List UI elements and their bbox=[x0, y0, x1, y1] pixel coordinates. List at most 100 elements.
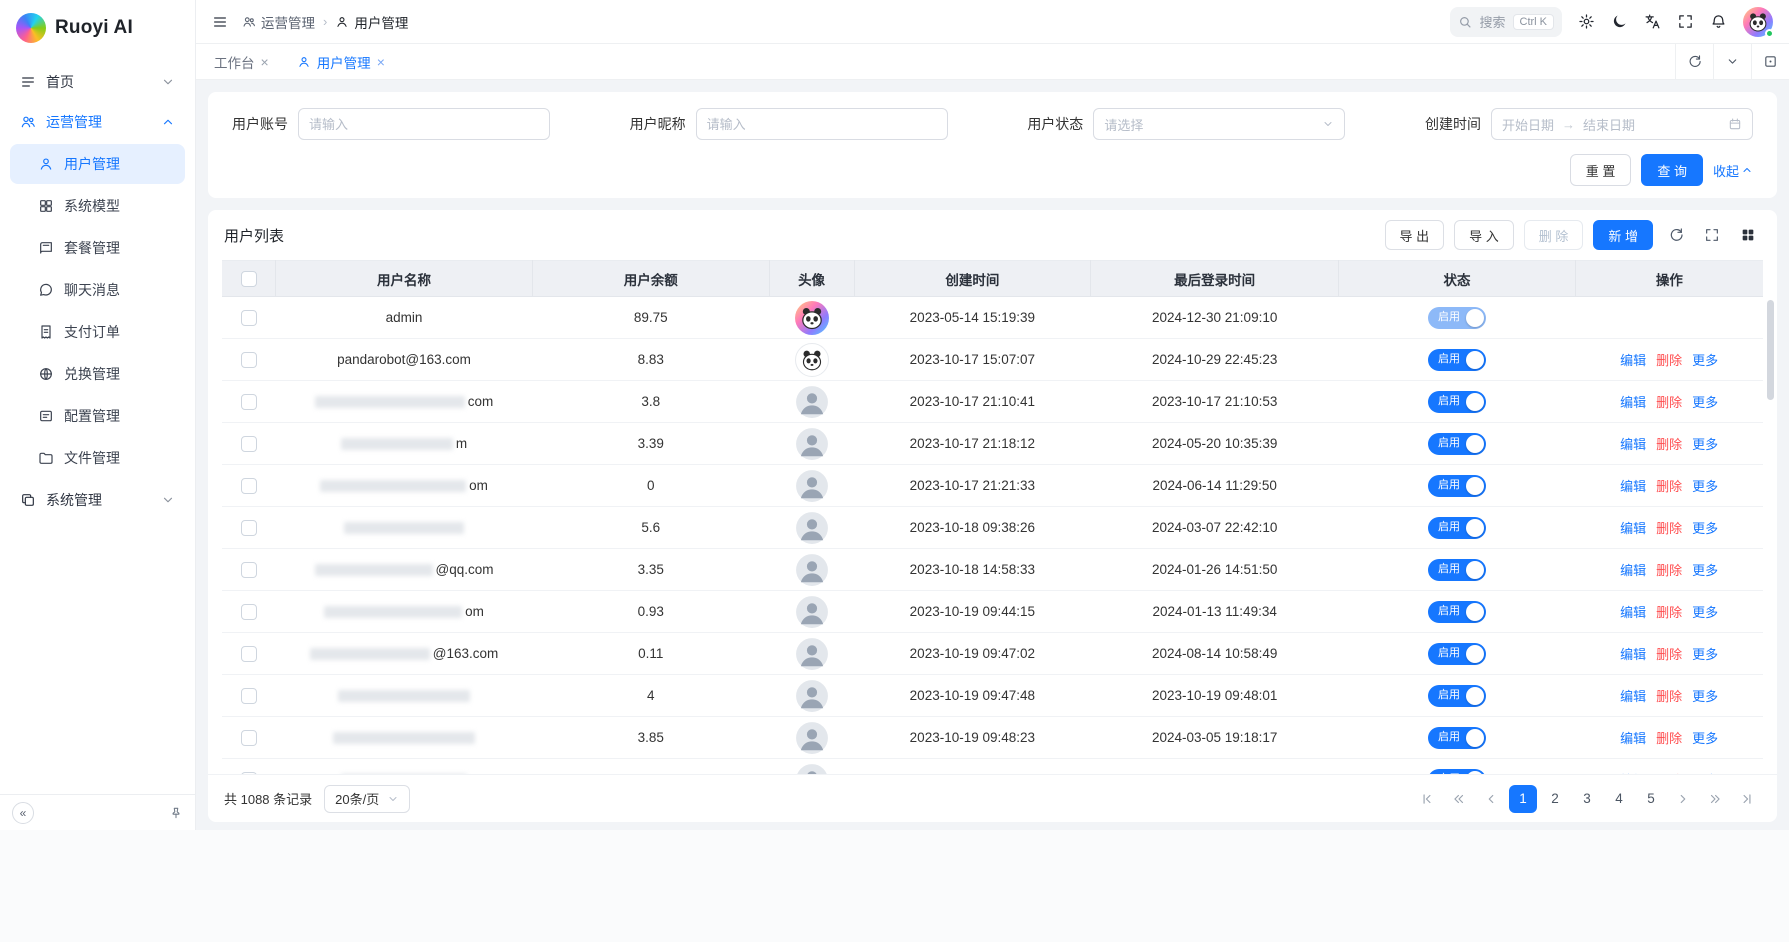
edit-link[interactable]: 编辑 bbox=[1620, 479, 1646, 494]
sidebar-subitem-3[interactable]: 套餐管理 bbox=[10, 228, 185, 268]
more-link[interactable]: 更多 bbox=[1692, 689, 1718, 704]
sidebar-subitem-2[interactable]: 系统模型 bbox=[10, 186, 185, 226]
status-switch[interactable]: 启用 bbox=[1428, 349, 1486, 371]
row-checkbox[interactable] bbox=[241, 394, 257, 410]
sidebar-subitem-5[interactable]: 支付订单 bbox=[10, 312, 185, 352]
sidebar-item-home[interactable]: 首页 bbox=[10, 62, 185, 102]
edit-link[interactable]: 编辑 bbox=[1620, 521, 1646, 536]
row-checkbox[interactable] bbox=[241, 478, 257, 494]
translate-icon[interactable] bbox=[1644, 13, 1661, 30]
sidebar-item-operations[interactable]: 运营管理 bbox=[10, 102, 185, 142]
last-page-button[interactable] bbox=[1733, 785, 1761, 813]
status-switch[interactable]: 启用 bbox=[1428, 685, 1486, 707]
delete-link[interactable]: 删除 bbox=[1656, 731, 1682, 746]
status-switch[interactable]: 启用 bbox=[1428, 559, 1486, 581]
table-scrollbar[interactable] bbox=[1767, 300, 1774, 400]
reset-button[interactable]: 重 置 bbox=[1570, 154, 1632, 186]
nickname-input[interactable] bbox=[696, 108, 948, 140]
date-range-picker[interactable]: 开始日期 → 结束日期 bbox=[1491, 108, 1753, 140]
row-checkbox[interactable] bbox=[241, 352, 257, 368]
close-icon[interactable]: × bbox=[261, 55, 269, 69]
tab-workbench[interactable]: 工作台 × bbox=[214, 52, 269, 72]
select-all-checkbox[interactable] bbox=[241, 271, 257, 287]
delete-link[interactable]: 删除 bbox=[1656, 437, 1682, 452]
status-switch[interactable]: 启用 bbox=[1428, 433, 1486, 455]
delete-link[interactable]: 删除 bbox=[1656, 353, 1682, 368]
sidebar-subitem-8[interactable]: 文件管理 bbox=[10, 438, 185, 478]
tab-user-management[interactable]: 用户管理 × bbox=[297, 52, 385, 72]
more-link[interactable]: 更多 bbox=[1692, 521, 1718, 536]
next-page-button[interactable] bbox=[1669, 785, 1697, 813]
more-link[interactable]: 更多 bbox=[1692, 773, 1718, 774]
more-link[interactable]: 更多 bbox=[1692, 395, 1718, 410]
edit-link[interactable]: 编辑 bbox=[1620, 395, 1646, 410]
user-avatar[interactable] bbox=[1743, 7, 1773, 37]
import-button[interactable]: 导 入 bbox=[1454, 220, 1514, 250]
fullscreen-icon[interactable] bbox=[1677, 13, 1694, 30]
row-checkbox[interactable] bbox=[241, 436, 257, 452]
first-page-button[interactable] bbox=[1413, 785, 1441, 813]
bell-icon[interactable] bbox=[1710, 13, 1727, 30]
page-5-button[interactable]: 5 bbox=[1637, 785, 1665, 813]
breadcrumb-user-management[interactable]: 用户管理 bbox=[335, 12, 408, 32]
status-switch[interactable]: 启用 bbox=[1428, 727, 1486, 749]
edit-link[interactable]: 编辑 bbox=[1620, 353, 1646, 368]
status-switch[interactable]: 启用 bbox=[1428, 307, 1486, 329]
edit-link[interactable]: 编辑 bbox=[1620, 605, 1646, 620]
row-checkbox[interactable] bbox=[241, 562, 257, 578]
sidebar-item-system[interactable]: 系统管理 bbox=[10, 480, 185, 520]
sidebar-collapse-button[interactable]: « bbox=[12, 802, 34, 824]
status-switch[interactable]: 启用 bbox=[1428, 391, 1486, 413]
delete-link[interactable]: 删除 bbox=[1656, 605, 1682, 620]
column-settings-grid-icon[interactable] bbox=[1735, 222, 1761, 248]
delete-link[interactable]: 删除 bbox=[1656, 689, 1682, 704]
collapse-filter-link[interactable]: 收起 bbox=[1713, 161, 1753, 180]
more-link[interactable]: 更多 bbox=[1692, 647, 1718, 662]
moon-icon[interactable] bbox=[1611, 13, 1628, 30]
refresh-icon[interactable] bbox=[1663, 222, 1689, 248]
sidebar-subitem-7[interactable]: 配置管理 bbox=[10, 396, 185, 436]
refresh-icon[interactable] bbox=[1675, 44, 1713, 79]
edit-link[interactable]: 编辑 bbox=[1620, 563, 1646, 578]
query-button[interactable]: 查 询 bbox=[1641, 154, 1703, 186]
page-2-button[interactable]: 2 bbox=[1541, 785, 1569, 813]
sidebar-subitem-6[interactable]: 兑换管理 bbox=[10, 354, 185, 394]
app-logo[interactable]: Ruoyi AI bbox=[0, 0, 195, 56]
expand-icon[interactable] bbox=[1751, 44, 1789, 79]
pin-icon[interactable] bbox=[169, 806, 183, 820]
status-switch[interactable]: 启用 bbox=[1428, 601, 1486, 623]
status-select[interactable]: 请选择 bbox=[1093, 108, 1345, 140]
status-switch[interactable]: 启用 bbox=[1428, 517, 1486, 539]
page-size-select[interactable]: 20条/页 bbox=[324, 785, 410, 813]
row-checkbox[interactable] bbox=[241, 730, 257, 746]
gear-icon[interactable] bbox=[1578, 13, 1595, 30]
page-3-button[interactable]: 3 bbox=[1573, 785, 1601, 813]
more-link[interactable]: 更多 bbox=[1692, 353, 1718, 368]
row-checkbox[interactable] bbox=[241, 688, 257, 704]
page-1-button[interactable]: 1 bbox=[1509, 785, 1537, 813]
row-checkbox[interactable] bbox=[241, 520, 257, 536]
global-search[interactable]: 搜索 Ctrl K bbox=[1450, 7, 1562, 37]
delete-link[interactable]: 删除 bbox=[1656, 479, 1682, 494]
prev-group-button[interactable] bbox=[1445, 785, 1473, 813]
chevron-down-icon[interactable] bbox=[1713, 44, 1751, 79]
status-switch[interactable]: 启用 bbox=[1428, 475, 1486, 497]
delete-link[interactable]: 删除 bbox=[1656, 395, 1682, 410]
status-switch[interactable]: 启用 bbox=[1428, 643, 1486, 665]
row-checkbox[interactable] bbox=[241, 772, 257, 774]
account-input[interactable] bbox=[298, 108, 550, 140]
more-link[interactable]: 更多 bbox=[1692, 563, 1718, 578]
delete-link[interactable]: 删除 bbox=[1656, 521, 1682, 536]
more-link[interactable]: 更多 bbox=[1692, 605, 1718, 620]
row-checkbox[interactable] bbox=[241, 310, 257, 326]
edit-link[interactable]: 编辑 bbox=[1620, 689, 1646, 704]
delete-link[interactable]: 删除 bbox=[1656, 773, 1682, 774]
row-checkbox[interactable] bbox=[241, 604, 257, 620]
fullscreen-icon[interactable] bbox=[1699, 222, 1725, 248]
hamburger-menu-icon[interactable] bbox=[212, 14, 228, 30]
more-link[interactable]: 更多 bbox=[1692, 437, 1718, 452]
close-icon[interactable]: × bbox=[377, 55, 385, 69]
edit-link[interactable]: 编辑 bbox=[1620, 437, 1646, 452]
more-link[interactable]: 更多 bbox=[1692, 731, 1718, 746]
page-4-button[interactable]: 4 bbox=[1605, 785, 1633, 813]
